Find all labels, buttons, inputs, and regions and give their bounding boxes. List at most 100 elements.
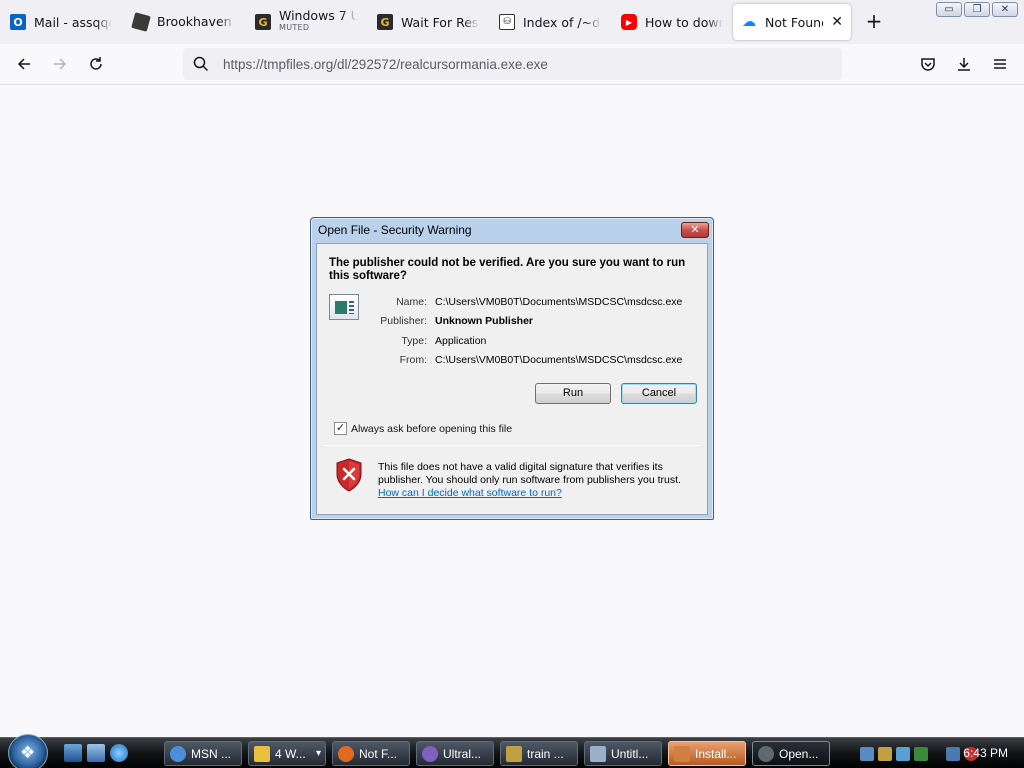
taskbar-button-train[interactable]: train ... [500,741,578,766]
roblox-icon [131,12,151,32]
switch-windows-icon[interactable] [87,744,105,762]
search-icon [193,56,209,72]
taskbar-button-explorer-group[interactable]: 4 W... ▾ [248,741,326,766]
tab-label: Mail - assqqq [34,14,112,30]
property-name-row: Name: C:\Users\VM0B0T\Documents\MSDCSC\m… [317,296,682,308]
pocket-button[interactable] [916,52,940,76]
property-key: Type: [401,335,427,347]
taskbar-button-label: train ... [527,746,564,761]
start-button[interactable] [8,734,48,768]
dialog-title: Open File - Security Warning [318,223,472,237]
close-window-button[interactable]: ✕ [992,2,1018,17]
shield-warning-icon [336,458,362,492]
firefox-icon [338,745,354,762]
run-button[interactable]: Run [535,383,611,404]
always-ask-checkbox[interactable]: ✓ [334,422,347,435]
minimize-button[interactable]: ▭ [936,2,962,17]
window-controls: ▭ ❐ ✕ [936,2,1018,17]
taskbar-button-label: 4 W... [275,746,306,761]
property-value: Unknown Publisher [435,315,534,327]
taskbar-button-label: MSN ... [191,746,232,761]
pocket-icon [921,58,935,71]
ie-icon [170,745,186,762]
network-icon[interactable] [860,746,874,761]
taskbar-button-installer[interactable]: Install... [668,741,746,766]
show-desktop-icon[interactable] [64,744,82,762]
tab-index-of[interactable]: ⛁ Index of /~dan [491,4,609,40]
arrow-right-icon [54,58,67,70]
tray-app-icon[interactable] [914,746,928,761]
property-type-row: Type: Application [317,335,486,347]
taskbar-button-open-file[interactable]: Open... [752,741,830,766]
cloud-upload-icon: ☁ [742,14,756,30]
tab-wait-for-resources[interactable]: G Wait For Resou [369,4,487,40]
monitor-icon[interactable] [946,746,960,761]
tab-windows7[interactable]: G Windows 7 Ulti MUTED [247,4,365,40]
outlook-icon: O [10,14,26,30]
warning-text: This file does not have a valid digital … [378,461,681,486]
dialog-separator [323,445,701,446]
ie-icon[interactable] [110,744,128,762]
menu-button[interactable] [988,52,1012,76]
always-ask-checkbox-row[interactable]: ✓ Always ask before opening this file [334,422,512,435]
clock[interactable]: 6:43 PM [963,746,1008,760]
property-value: Application [435,335,487,347]
new-tab-button[interactable]: + [862,10,886,34]
forward-button[interactable] [48,52,72,76]
chevron-down-icon: ▾ [315,748,321,759]
folder-icon [254,745,270,762]
security-warning-dialog: Open File - Security Warning ✕ The publi… [310,217,714,520]
tab-label: Not Found [765,14,824,30]
g-icon: G [377,14,393,30]
train-icon [506,745,522,762]
restore-button[interactable]: ❐ [964,2,990,17]
taskbar-button-msn[interactable]: MSN ... [164,741,242,766]
taskbar-button-notepad[interactable]: Untitl... [584,741,662,766]
property-key: Publisher: [380,315,427,327]
dialog-body: The publisher could not be verified. Are… [316,243,708,515]
tray-app-icon[interactable] [896,746,910,761]
taskbar-button-label: Open... [779,746,819,761]
checkbox-label: Always ask before opening this file [351,422,513,435]
tab-label: Wait For Resou [401,14,479,30]
taskbar-button-firefox[interactable]: Not F... [332,741,410,766]
url-bar[interactable]: https://tmpfiles.org/dl/292572/realcurso… [183,48,842,80]
arrow-left-icon [17,58,30,70]
tab-label: Windows 7 Ulti [279,10,357,22]
tray-app-icon[interactable] [878,746,892,761]
taskbar: MSN ... 4 W... ▾ Not F... Ultral... trai… [0,734,1024,768]
property-key: From: [399,354,427,366]
back-button[interactable] [12,52,36,76]
close-tab-icon[interactable]: ✕ [831,14,843,30]
navigation-toolbar: https://tmpfiles.org/dl/292572/realcurso… [0,44,1024,85]
cancel-button[interactable]: Cancel [621,383,697,404]
property-value: C:\Users\VM0B0T\Documents\MSDCSC\msdcsc.… [435,296,683,308]
security-icon [758,745,774,762]
taskbar-button-label: Untitl... [611,746,649,761]
tab-mail[interactable]: O Mail - assqqq [2,4,120,40]
help-link[interactable]: How can I decide what software to run? [378,487,562,499]
property-value: C:\Users\VM0B0T\Documents\MSDCSC\msdcsc.… [435,354,683,366]
tab-not-found[interactable]: ☁ Not Found ✕ [733,4,851,40]
downloads-button[interactable] [952,52,976,76]
tab-how-to-download[interactable]: ▶ How to downl [613,4,731,40]
notepad-icon [590,745,606,762]
download-icon [958,58,970,71]
tab-label: How to downl [645,14,723,30]
reload-button[interactable] [84,52,108,76]
ultraiso-icon [422,745,438,762]
tab-brookhaven[interactable]: Brookhaven 🏡 [125,4,243,40]
tab-strip: O Mail - assqqq Brookhaven 🏡 G Windows 7… [0,0,1024,44]
youtube-icon: ▶ [621,14,637,30]
dialog-close-button[interactable]: ✕ [681,222,709,238]
taskbar-button-label: Install... [695,746,737,761]
tab-label: Index of /~dan [523,14,601,30]
hamburger-menu-icon [994,59,1006,69]
property-publisher-row: Publisher: Unknown Publisher [317,315,533,327]
taskbar-button-ultraiso[interactable]: Ultral... [416,741,494,766]
property-from-row: From: C:\Users\VM0B0T\Documents\MSDCSC\m… [317,354,683,366]
taskbar-button-label: Not F... [359,746,398,761]
url-text: https://tmpfiles.org/dl/292572/realcurso… [223,56,548,72]
taskbar-button-label: Ultral... [443,746,482,761]
property-key: Name: [396,296,427,308]
